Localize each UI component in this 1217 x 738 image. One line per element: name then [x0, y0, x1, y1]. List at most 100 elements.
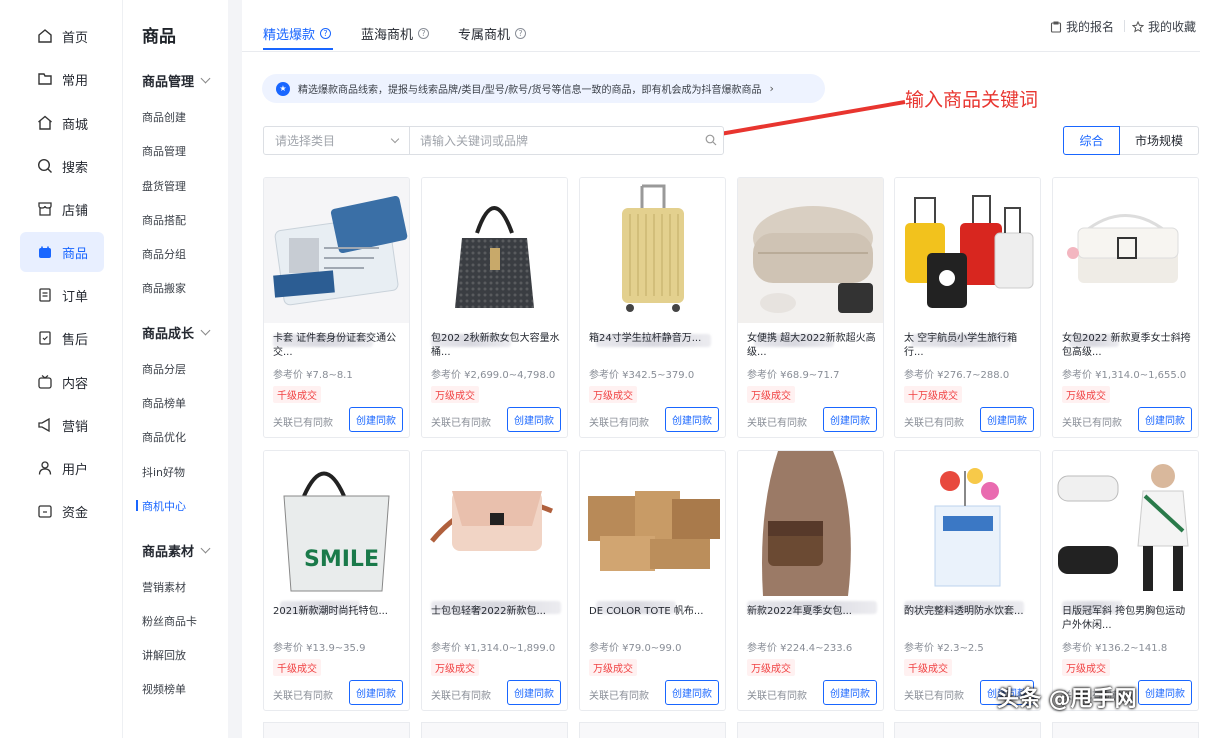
- related-same-label[interactable]: 关联已有同款: [904, 414, 964, 429]
- related-same-label[interactable]: 关联已有同款: [1062, 414, 1122, 429]
- submenu-group-management[interactable]: 商品管理: [142, 71, 211, 90]
- product-price: 参考价 ¥2,699.0~4,798.0: [431, 370, 556, 381]
- product-card-partial[interactable]: [263, 722, 410, 738]
- product-card[interactable]: 箱24寸学生拉杆静音万... 参考价 ¥342.5~379.0 万级成交 关联已…: [579, 177, 726, 438]
- nav-item-users[interactable]: 用户: [20, 448, 104, 488]
- product-card[interactable]: 女包2022 新款夏季女士斜挎包高级... 参考价 ¥1,314.0~1,655…: [1052, 177, 1199, 438]
- my-signup-link[interactable]: 我的报名: [1050, 18, 1114, 35]
- submenu-item[interactable]: 盘货管理: [142, 178, 186, 194]
- related-same-label[interactable]: 关联已有同款: [273, 687, 333, 702]
- create-same-button[interactable]: 创建同款: [1138, 407, 1192, 432]
- tab-exclusive[interactable]: 专属商机?: [458, 24, 527, 43]
- nav-item-search[interactable]: 搜索: [20, 146, 104, 186]
- product-image[interactable]: [895, 178, 1040, 323]
- submenu-item[interactable]: 商品管理: [142, 143, 186, 159]
- product-card[interactable]: 包202 2秋新款女包大容量水桶... 参考价 ¥2,699.0~4,798.0…: [421, 177, 568, 438]
- nav-item-label: 订单: [62, 289, 89, 305]
- submenu-item[interactable]: 商品优化: [142, 429, 186, 445]
- create-same-button[interactable]: 创建同款: [823, 407, 877, 432]
- tab-featured[interactable]: 精选爆款?: [263, 24, 332, 43]
- tab-label: 专属商机: [458, 28, 511, 43]
- create-same-button[interactable]: 创建同款: [507, 680, 561, 705]
- create-same-button[interactable]: 创建同款: [665, 680, 719, 705]
- related-same-label[interactable]: 关联已有同款: [747, 687, 807, 702]
- nav-item-store[interactable]: 店铺: [20, 189, 104, 229]
- create-same-button[interactable]: 创建同款: [507, 407, 561, 432]
- product-card-partial[interactable]: [421, 722, 568, 738]
- product-image[interactable]: [895, 451, 1040, 596]
- product-image[interactable]: [580, 451, 725, 596]
- keyword-search-input[interactable]: [409, 126, 724, 155]
- submenu-item[interactable]: 商品榜单: [142, 395, 186, 411]
- submenu-item[interactable]: 商品分组: [142, 246, 186, 262]
- product-image[interactable]: [422, 178, 567, 323]
- nav-item-common[interactable]: 常用: [20, 59, 104, 99]
- create-same-button[interactable]: 创建同款: [349, 407, 403, 432]
- submenu-item[interactable]: 商品搬家: [142, 280, 186, 296]
- create-same-button[interactable]: 创建同款: [349, 680, 403, 705]
- help-icon[interactable]: ?: [515, 28, 527, 39]
- submenu-item[interactable]: 讲解回放: [142, 647, 186, 663]
- sort-comprehensive-button[interactable]: 综合: [1063, 126, 1120, 155]
- submenu-item-opportunity-center[interactable]: 商机中心: [136, 498, 186, 514]
- product-card[interactable]: 太 空宇航员小学生旅行箱行... 参考价 ¥276.7~288.0 十万级成交 …: [894, 177, 1041, 438]
- related-same-label[interactable]: 关联已有同款: [747, 414, 807, 429]
- product-card[interactable]: 士包包轻奢2022新款包... 参考价 ¥1,314.0~1,899.0 万级成…: [421, 450, 568, 711]
- nav-item-mall[interactable]: 商城: [20, 103, 104, 143]
- nav-item-content[interactable]: 内容: [20, 362, 104, 402]
- product-card[interactable]: 日版冠军斜 挎包男胸包运动户外休闲... 参考价 ¥136.2~141.8 万级…: [1052, 450, 1199, 711]
- submenu-group-materials[interactable]: 商品素材: [142, 541, 211, 560]
- search-icon[interactable]: [705, 134, 717, 146]
- product-card[interactable]: 卡套 证件套身份证套交通公交... 参考价 ¥7.8~8.1 千级成交 关联已有…: [263, 177, 410, 438]
- submenu-item[interactable]: 抖in好物: [142, 464, 185, 480]
- help-icon[interactable]: ?: [320, 28, 332, 39]
- related-same-label[interactable]: 关联已有同款: [273, 414, 333, 429]
- related-same-label[interactable]: 关联已有同款: [431, 414, 491, 429]
- nav-item-products[interactable]: 商品: [20, 232, 104, 272]
- nav-item-home[interactable]: 首页: [20, 16, 104, 56]
- nav-item-marketing[interactable]: 营销: [20, 405, 104, 445]
- product-card-partial[interactable]: [579, 722, 726, 738]
- create-same-button[interactable]: 创建同款: [980, 407, 1034, 432]
- related-same-label[interactable]: 关联已有同款: [589, 414, 649, 429]
- clipboard-icon: [1050, 21, 1062, 33]
- submenu-item[interactable]: 商品创建: [142, 109, 186, 125]
- create-same-button[interactable]: 创建同款: [665, 407, 719, 432]
- product-card[interactable]: SMILE 2021新款潮时尚托特包... 参考价 ¥13.9~35.9 千级成…: [263, 450, 410, 711]
- product-card[interactable]: 新款2022年夏季女包... 参考价 ¥224.4~233.6 万级成交 关联已…: [737, 450, 884, 711]
- product-image[interactable]: [738, 178, 883, 323]
- product-card-partial[interactable]: [1052, 722, 1199, 738]
- create-same-button[interactable]: 创建同款: [1138, 680, 1192, 705]
- product-card[interactable]: 女便携 超大2022新款超火高级... 参考价 ¥68.9~71.7 万级成交 …: [737, 177, 884, 438]
- submenu-group-growth[interactable]: 商品成长: [142, 323, 211, 342]
- my-favorites-link[interactable]: 我的收藏: [1132, 18, 1196, 35]
- product-image[interactable]: [580, 178, 725, 323]
- product-image[interactable]: [738, 451, 883, 596]
- related-same-label[interactable]: 关联已有同款: [431, 687, 491, 702]
- related-same-label[interactable]: 关联已有同款: [904, 687, 964, 702]
- sort-market-size-button[interactable]: 市场规模: [1119, 126, 1199, 155]
- product-card[interactable]: DE COLOR TOTE 帆布... 参考价 ¥79.0~99.0 万级成交 …: [579, 450, 726, 711]
- product-image[interactable]: [422, 451, 567, 596]
- product-name: 酌状完整料透明防水饮套...: [904, 606, 1024, 617]
- tab-blue-ocean[interactable]: 蓝海商机?: [361, 24, 430, 43]
- product-card-partial[interactable]: [737, 722, 884, 738]
- product-image[interactable]: [1053, 178, 1198, 323]
- submenu-item[interactable]: 粉丝商品卡: [142, 613, 197, 629]
- product-image[interactable]: [1053, 451, 1198, 596]
- create-same-button[interactable]: 创建同款: [823, 680, 877, 705]
- submenu-item[interactable]: 商品搭配: [142, 212, 186, 228]
- related-same-label[interactable]: 关联已有同款: [589, 687, 649, 702]
- category-select[interactable]: 请选择类目: [263, 126, 410, 155]
- submenu-item[interactable]: 视频榜单: [142, 681, 186, 697]
- submenu-item[interactable]: 商品分层: [142, 361, 186, 377]
- product-card[interactable]: 酌状完整料透明防水饮套... 参考价 ¥2.3~2.5 千级成交 关联已有同款 …: [894, 450, 1041, 711]
- product-image[interactable]: SMILE: [264, 451, 409, 596]
- product-card-partial[interactable]: [894, 722, 1041, 738]
- nav-item-aftersale[interactable]: 售后: [20, 318, 104, 358]
- submenu-item[interactable]: 营销素材: [142, 579, 186, 595]
- nav-item-funds[interactable]: 资金: [20, 491, 104, 531]
- product-image[interactable]: [264, 178, 409, 323]
- help-icon[interactable]: ?: [418, 28, 430, 39]
- nav-item-orders[interactable]: 订单: [20, 275, 104, 315]
